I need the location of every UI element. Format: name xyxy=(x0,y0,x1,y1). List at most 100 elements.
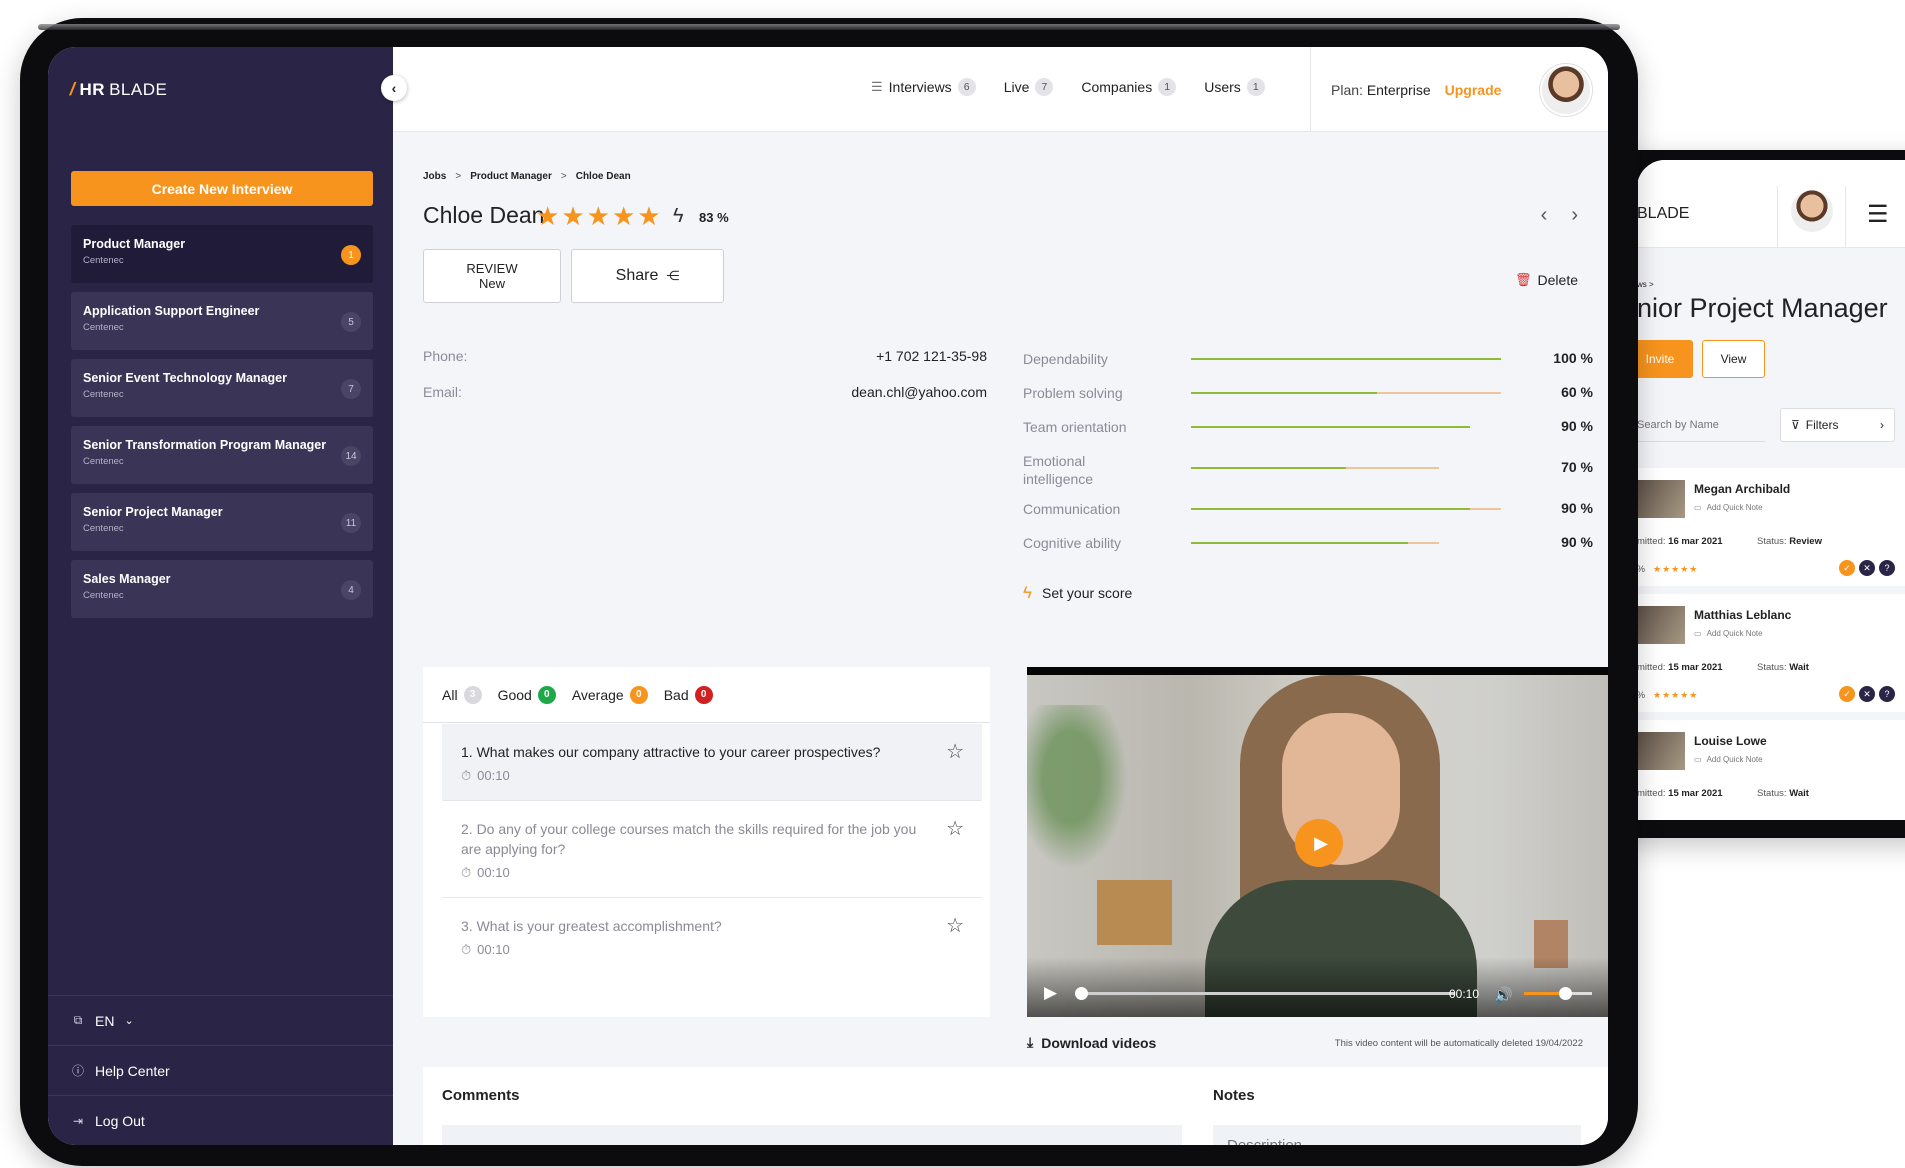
add-quick-note-link[interactable]: ▭ Add Quick Note xyxy=(1694,503,1763,512)
star-icon[interactable]: ★ xyxy=(536,203,559,229)
volume-handle[interactable] xyxy=(1559,987,1572,1000)
reject-icon[interactable]: ✕ xyxy=(1859,686,1875,702)
set-your-score-button[interactable]: ϟ Set your score xyxy=(1023,583,1132,603)
comment-input[interactable] xyxy=(442,1125,1182,1145)
question-icon[interactable]: ? xyxy=(1879,560,1895,576)
job-list: Product Manager Centenec 1 Application S… xyxy=(71,225,373,627)
count-badge: 6 xyxy=(957,78,976,96)
candidate-rating: % ★★★★★ xyxy=(1637,564,1699,574)
add-quick-note-link[interactable]: ▭ Add Quick Note xyxy=(1694,755,1763,764)
phone-page-title: nior Project Manager xyxy=(1637,293,1888,323)
seek-handle[interactable] xyxy=(1075,987,1088,1000)
email-value[interactable]: dean.chl@yahoo.com xyxy=(851,384,987,420)
nav-live[interactable]: Live 7 xyxy=(1004,78,1054,96)
star-icon[interactable]: ★ xyxy=(561,203,584,229)
notes-title: Notes xyxy=(1213,1087,1255,1104)
question-item[interactable]: 2. Do any of your college courses match … xyxy=(442,801,982,898)
tab-all[interactable]: All 3 xyxy=(442,685,482,704)
phone-invite-button[interactable]: Invite xyxy=(1637,340,1693,378)
add-quick-note-link[interactable]: ▭ Add Quick Note xyxy=(1694,629,1763,638)
approve-icon[interactable]: ✓ xyxy=(1839,686,1855,702)
breadcrumb-jobs[interactable]: Jobs xyxy=(423,171,446,182)
contact-info: Phone: +1 702 121-35-98 Email: dean.chl@… xyxy=(423,348,987,420)
favorite-star-icon[interactable]: ☆ xyxy=(946,819,964,839)
breadcrumb-job[interactable]: Product Manager xyxy=(470,171,552,182)
phone-candidate-card[interactable]: Matthias Leblanc ▭ Add Quick Note mitted:… xyxy=(1637,594,1905,712)
score-value: 90 % xyxy=(1561,500,1593,516)
phone-row: Phone: +1 702 121-35-98 xyxy=(423,348,987,384)
play-icon: ▶ xyxy=(1314,832,1328,853)
comments-title: Comments xyxy=(442,1087,520,1104)
phone-avatar[interactable] xyxy=(1791,190,1833,232)
star-icon[interactable]: ★ xyxy=(637,203,660,229)
candidate-rating-stars[interactable]: ★ ★ ★ ★ ★ xyxy=(536,203,661,229)
nav-users[interactable]: Users 1 xyxy=(1204,78,1265,96)
nav-interviews[interactable]: ☰ Interviews 6 xyxy=(871,78,976,96)
candidate-actions: ✓ ✕? xyxy=(1839,686,1895,702)
play-overlay-button[interactable]: ▶ xyxy=(1295,819,1343,867)
job-count-badge: 1 xyxy=(341,245,361,265)
score-row: Team orientation 90 % xyxy=(1023,416,1593,450)
tab-average[interactable]: Average 0 xyxy=(572,685,648,704)
hamburger-menu-icon[interactable]: ☰ xyxy=(1867,200,1889,229)
plan-text: Plan: Enterprise xyxy=(1331,81,1431,98)
video-player[interactable]: ▶ ▶ 00:10 🔊 xyxy=(1027,667,1608,1017)
question-item[interactable]: 3. What is your greatest accomplishment?… xyxy=(442,898,982,974)
question-icon[interactable]: ? xyxy=(1879,686,1895,702)
user-avatar[interactable] xyxy=(1540,64,1592,116)
chevron-right-icon[interactable]: › xyxy=(1571,204,1578,227)
score-value: 100 % xyxy=(1553,350,1593,366)
star-icon[interactable]: ★ xyxy=(612,203,635,229)
sidebar-job-item[interactable]: Senior Transformation Program Manager Ce… xyxy=(71,426,373,484)
score-bar xyxy=(1191,467,1439,469)
share-button[interactable]: Share ⋲ xyxy=(571,249,724,303)
tab-bad[interactable]: Bad 0 xyxy=(664,685,713,704)
language-selector[interactable]: ⧉ EN ⌄ xyxy=(48,995,393,1045)
nav-companies[interactable]: Companies 1 xyxy=(1081,78,1177,96)
phone-value[interactable]: +1 702 121-35-98 xyxy=(876,348,987,384)
sidebar-job-item[interactable]: Sales Manager Centenec 4 xyxy=(71,560,373,618)
notes-textarea[interactable] xyxy=(1213,1125,1581,1145)
approve-icon[interactable]: ✓ xyxy=(1839,560,1855,576)
job-title: Senior Transformation Program Manager xyxy=(83,438,327,452)
hrblade-logo[interactable]: / HR BLADE xyxy=(68,79,167,100)
play-icon[interactable]: ▶ xyxy=(1044,983,1057,1003)
question-item[interactable]: 1. What makes our company attractive to … xyxy=(442,724,982,801)
phone-candidate-card[interactable]: Louise Lowe ▭ Add Quick Note mitted: 15 m… xyxy=(1637,720,1905,820)
download-videos-button[interactable]: ⤓ Download videos xyxy=(1027,1034,1156,1051)
sidebar-job-item[interactable]: Senior Project Manager Centenec 11 xyxy=(71,493,373,551)
upgrade-link[interactable]: Upgrade xyxy=(1445,82,1502,98)
job-company: Centenec xyxy=(83,322,124,333)
seek-bar[interactable] xyxy=(1080,992,1455,995)
score-value: 90 % xyxy=(1561,534,1593,550)
create-new-interview-button[interactable]: Create New Interview xyxy=(71,171,373,206)
tab-good[interactable]: Good 0 xyxy=(498,685,556,704)
favorite-star-icon[interactable]: ☆ xyxy=(946,916,964,936)
sidebar-footer: ⧉ EN ⌄ ⓘ Help Center ⇥ Log Out xyxy=(48,995,393,1145)
send-icon[interactable]: ➢ xyxy=(1138,1137,1156,1145)
sidebar-job-item[interactable]: Product Manager Centenec 1 xyxy=(71,225,373,283)
delete-button[interactable]: 🗑 Delete xyxy=(1515,272,1578,288)
reject-icon[interactable]: ✕ xyxy=(1859,560,1875,576)
sidebar-job-item[interactable]: Application Support Engineer Centenec 5 xyxy=(71,292,373,350)
phone-header-divider xyxy=(1845,186,1846,248)
log-out-link[interactable]: ⇥ Log Out xyxy=(48,1095,393,1145)
favorite-star-icon[interactable]: ☆ xyxy=(946,742,964,762)
star-icon[interactable]: ★ xyxy=(587,203,610,229)
phone-search-input[interactable] xyxy=(1637,408,1765,442)
score-bar xyxy=(1191,426,1470,428)
collapse-sidebar-button[interactable]: ‹ xyxy=(381,75,407,101)
volume-slider[interactable] xyxy=(1524,992,1592,995)
chevron-left-icon[interactable]: ‹ xyxy=(1541,204,1548,227)
job-company: Centenec xyxy=(83,590,124,601)
timer-icon: ⏱ xyxy=(461,942,472,957)
phone-view-button[interactable]: View xyxy=(1702,340,1765,378)
review-status-button[interactable]: REVIEW New xyxy=(423,249,561,303)
candidate-thumbnail xyxy=(1637,732,1685,770)
phone-candidate-card[interactable]: Megan Archibald ▭ Add Quick Note mitted: … xyxy=(1637,468,1905,586)
sidebar-job-item[interactable]: Senior Event Technology Manager Centenec… xyxy=(71,359,373,417)
help-center-link[interactable]: ⓘ Help Center xyxy=(48,1045,393,1095)
phone-breadcrumb[interactable]: ws > xyxy=(1637,280,1654,289)
phone-filters-button[interactable]: ⊽ Filters › xyxy=(1780,408,1895,442)
volume-icon[interactable]: 🔊 xyxy=(1494,986,1513,1004)
